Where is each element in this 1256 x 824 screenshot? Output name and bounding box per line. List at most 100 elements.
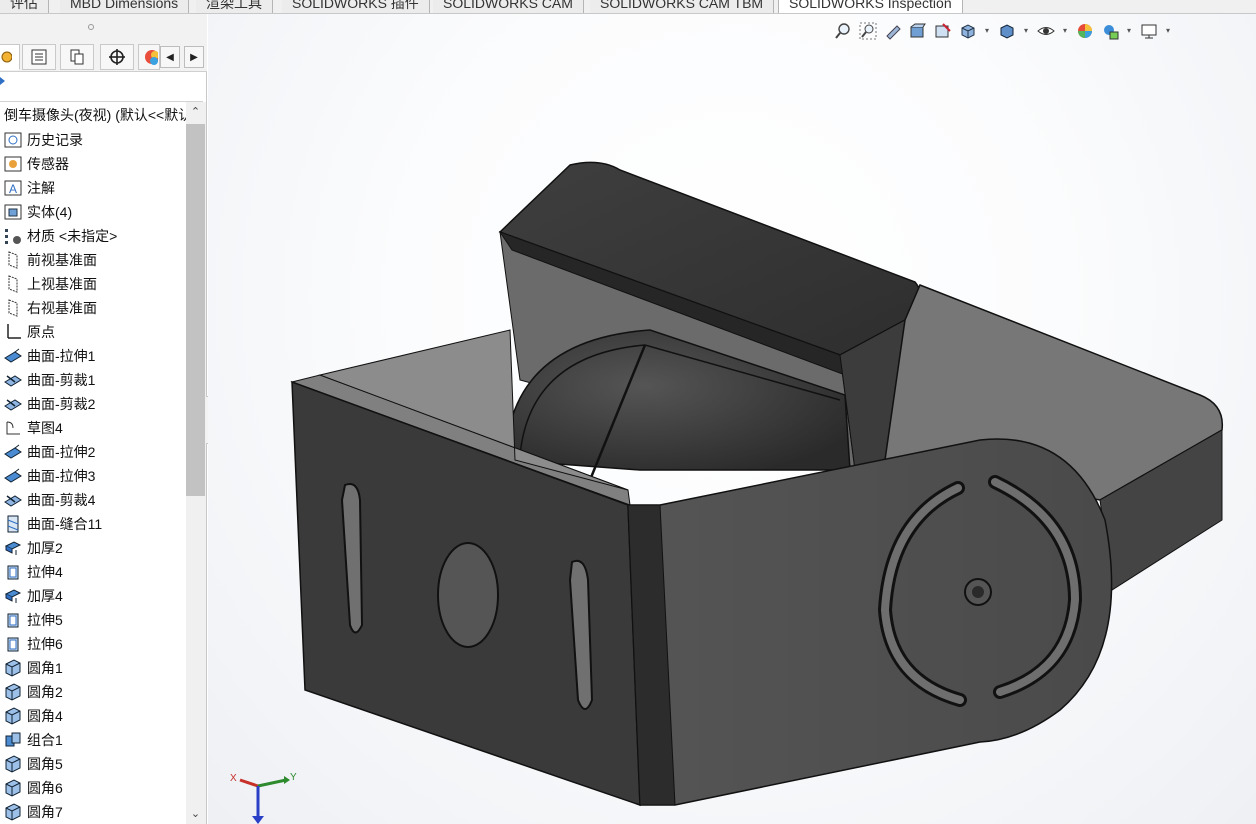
tree-scrollbar[interactable]: ⌃ ⌄: [186, 102, 206, 824]
feature-filter-area[interactable]: [0, 72, 203, 102]
tree-item-label: 右视基准面: [27, 300, 97, 316]
tree-item[interactable]: 圆角1: [3, 656, 185, 680]
plane-icon: [8, 275, 18, 293]
command-manager-tabs: 评估 MBD Dimensions 渲染工具 SOLIDWORKS 插件 SOL…: [0, 0, 1256, 14]
tree-item[interactable]: 圆角2: [3, 680, 185, 704]
tree-item[interactable]: 材质 <未指定>: [3, 224, 185, 248]
tree-item-label: 曲面-拉伸3: [27, 468, 96, 484]
panel-splitter[interactable]: [0, 14, 207, 42]
tree-item[interactable]: 拉伸6: [3, 632, 185, 656]
tree-item-label: 曲面-拉伸2: [27, 444, 96, 460]
tree-item[interactable]: 历史记录: [3, 128, 185, 152]
extrude-icon: [7, 637, 19, 652]
tree-root-part[interactable]: 倒车摄像头(夜视) (默认<<默认>_显示状态 1>): [4, 105, 186, 125]
tree-item[interactable]: 加厚2: [3, 536, 185, 560]
chevron-up-icon: ⌃: [190, 106, 201, 118]
tree-item-label: 草图4: [27, 420, 63, 436]
panel-tabs: ◀ ▶: [0, 42, 207, 72]
plane-icon: [8, 251, 18, 269]
triad-x-axis: [239, 778, 259, 788]
chevron-right-icon: ▶: [190, 51, 198, 63]
feature-tree: 倒车摄像头(夜视) (默认<<默认>_显示状态 1>) 历史记录传感器 A 注解实体…: [0, 102, 186, 824]
scroll-down-button[interactable]: ⌄: [186, 804, 205, 824]
tree-item[interactable]: 曲面-拉伸3: [3, 464, 185, 488]
tree-item[interactable]: 原点: [3, 320, 185, 344]
tree-item-label: 圆角1: [27, 660, 63, 676]
tree-item[interactable]: 加厚4: [3, 584, 185, 608]
tree-item-label: 曲面-剪裁1: [27, 372, 96, 388]
tab-solidworks-addins[interactable]: SOLIDWORKS 插件: [282, 0, 430, 13]
tree-item[interactable]: 圆角5: [3, 752, 185, 776]
tree-item[interactable]: 曲面-剪裁4: [3, 488, 185, 512]
property-manager-tab[interactable]: [22, 44, 56, 70]
extrude-icon: [7, 613, 19, 628]
side-plate-face: [627, 438, 1113, 806]
tree-item[interactable]: 上视基准面: [3, 272, 185, 296]
panel-tabs-scroll-left[interactable]: ◀: [160, 46, 180, 68]
tree-item[interactable]: 实体(4): [3, 200, 185, 224]
tab-render-tools[interactable]: 渲染工具: [196, 0, 273, 13]
tree-item[interactable]: 草图4: [3, 416, 185, 440]
tab-evaluate[interactable]: 评估: [0, 0, 49, 13]
tab-solidworks-cam[interactable]: SOLIDWORKS CAM: [433, 0, 584, 13]
tree-item-label: 上视基准面: [27, 276, 97, 292]
tree-item-label: 圆角5: [27, 756, 63, 772]
dimxpert-icon: [109, 49, 125, 65]
surface-trim-icon: [4, 495, 22, 507]
front-center-hole: [437, 542, 499, 648]
combine-icon: [5, 732, 21, 747]
tree-item[interactable]: 拉伸5: [3, 608, 185, 632]
tree-item[interactable]: 曲面-拉伸2: [3, 440, 185, 464]
tree-item-label: 前视基准面: [27, 252, 97, 268]
tree-scroll-thumb[interactable]: [186, 124, 205, 496]
tree-item-label: 组合1: [27, 732, 63, 748]
tab-mbd-dimensions[interactable]: MBD Dimensions: [60, 0, 190, 13]
camera-bracket-model[interactable]: [208, 14, 1256, 824]
configuration-manager-icon: [70, 49, 84, 65]
dimxpert-manager-tab[interactable]: [100, 44, 134, 70]
tree-item[interactable]: 圆角4: [3, 704, 185, 728]
surface-extrude-icon: [4, 444, 22, 459]
tree-item[interactable]: 传感器: [3, 152, 185, 176]
tree-item-label: 圆角2: [27, 684, 63, 700]
tree-item[interactable]: 曲面-缝合11: [3, 512, 185, 536]
feature-manager-tab[interactable]: [0, 44, 20, 70]
annotation-icon: A: [4, 180, 22, 196]
tree-item-label: 曲面-拉伸1: [27, 348, 96, 364]
tree-item[interactable]: 曲面-剪裁2: [3, 392, 185, 416]
tree-item-label: 圆角7: [27, 804, 63, 820]
tree-item[interactable]: 圆角6: [3, 776, 185, 800]
tree-item[interactable]: 曲面-拉伸1: [3, 344, 185, 368]
graphics-area[interactable]: ▾ ▾ ▾ ▾ ▾ X Y: [208, 14, 1256, 824]
property-manager-icon: [31, 49, 47, 65]
pivot-hole-inner: [972, 586, 984, 598]
material-icon: [5, 229, 21, 244]
panel-tabs-scroll-right[interactable]: ▶: [184, 46, 204, 68]
triad-x-label: X: [230, 773, 237, 784]
display-manager-tab[interactable]: [138, 44, 160, 70]
fillet-icon: [5, 755, 21, 773]
tree-item[interactable]: A 注解: [3, 176, 185, 200]
tree-item[interactable]: 组合1: [3, 728, 185, 752]
surface-extrude-icon: [4, 348, 22, 363]
configuration-manager-tab[interactable]: [60, 44, 94, 70]
tree-item-label: 原点: [27, 324, 55, 340]
splitter-grip-icon: [88, 24, 94, 30]
sketch-icon: [6, 421, 20, 435]
tree-item[interactable]: 右视基准面: [3, 296, 185, 320]
tree-item[interactable]: 曲面-剪裁1: [3, 368, 185, 392]
sensor-icon: [4, 156, 22, 172]
history-icon: [4, 132, 22, 148]
tab-solidworks-inspection[interactable]: SOLIDWORKS Inspection: [778, 0, 963, 13]
fillet-icon: [5, 779, 21, 797]
tree-item[interactable]: 圆角7: [3, 800, 185, 824]
tree-item[interactable]: 拉伸4: [3, 560, 185, 584]
tree-item[interactable]: 前视基准面: [3, 248, 185, 272]
surface-extrude-icon: [4, 468, 22, 483]
thicken-icon: [4, 589, 22, 603]
tree-item-label: 历史记录: [27, 132, 83, 148]
scroll-up-button[interactable]: ⌃: [186, 102, 205, 122]
surface-knit-icon: [7, 515, 19, 533]
reference-triad: X Y: [230, 772, 297, 824]
tab-solidworks-cam-tbm[interactable]: SOLIDWORKS CAM TBM: [590, 0, 775, 13]
